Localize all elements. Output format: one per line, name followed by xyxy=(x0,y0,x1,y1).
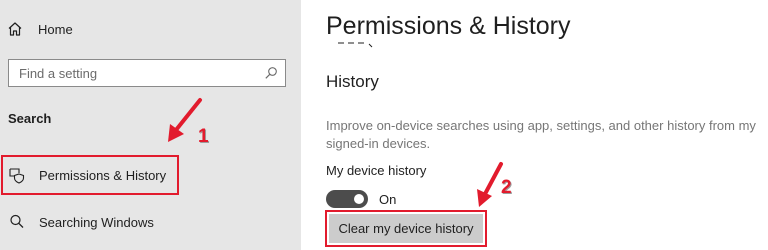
annotation-arrow-1 xyxy=(168,98,202,142)
sidebar-item-permissions-history-label: Permissions & History xyxy=(39,167,167,183)
sidebar-item-home-label: Home xyxy=(38,21,73,37)
device-history-toggle-state: On xyxy=(379,192,397,207)
find-setting-search-box[interactable] xyxy=(8,59,286,87)
settings-sidebar: Home Search Permissions & History Search… xyxy=(0,0,301,250)
history-section-heading: History xyxy=(326,72,379,91)
search-icon[interactable] xyxy=(264,66,278,80)
permissions-history-icon xyxy=(9,168,25,184)
scroll-indicator xyxy=(338,42,373,48)
home-icon xyxy=(8,22,22,36)
toggle-knob xyxy=(354,194,364,204)
history-description: Improve on-device searches using app, se… xyxy=(326,118,756,151)
sidebar-section-search: Search xyxy=(8,111,52,126)
annotation-number-2: 2 xyxy=(501,177,512,198)
main-content: Permissions & History History Improve on… xyxy=(301,0,768,250)
find-setting-input[interactable] xyxy=(19,65,259,81)
sidebar-item-searching-windows-label: Searching Windows xyxy=(39,214,154,230)
page-title: Permissions & History xyxy=(326,12,571,40)
search-icon xyxy=(10,214,24,228)
annotation-number-1: 1 xyxy=(198,126,209,147)
highlight-box-clear-history: Clear my device history xyxy=(325,210,487,247)
device-history-label: My device history xyxy=(326,163,427,178)
device-history-toggle[interactable] xyxy=(326,190,368,208)
annotation-arrow-2 xyxy=(477,162,503,207)
clear-device-history-button[interactable]: Clear my device history xyxy=(329,214,483,243)
sidebar-item-searching-windows[interactable]: Searching Windows xyxy=(8,211,154,233)
sidebar-item-permissions-history[interactable]: Permissions & History xyxy=(8,164,166,186)
sidebar-item-home[interactable]: Home xyxy=(6,18,73,40)
